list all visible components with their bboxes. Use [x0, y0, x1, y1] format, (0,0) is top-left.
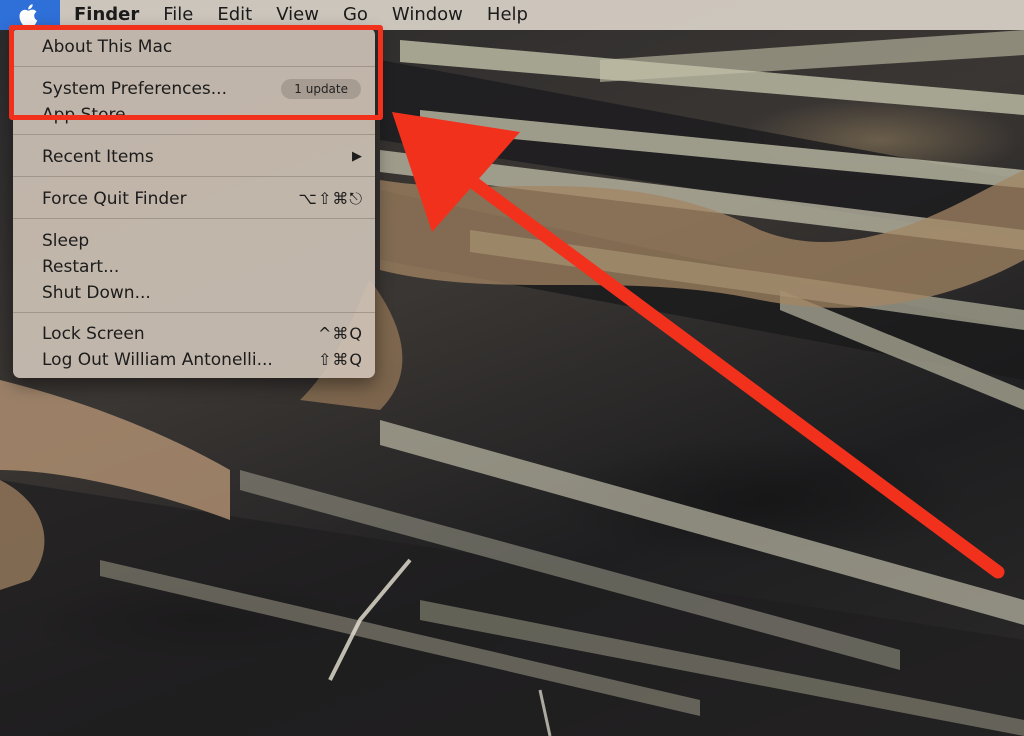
- menu-help[interactable]: Help: [475, 0, 540, 30]
- menu-separator: [13, 312, 375, 313]
- menu-separator: [13, 176, 375, 177]
- apple-dropdown-menu: About This Mac System Preferences... 1 u…: [13, 28, 375, 378]
- menu-item-label: Lock Screen: [42, 324, 145, 344]
- menu-item-app-store[interactable]: App Store...: [13, 102, 375, 128]
- menu-item-force-quit[interactable]: Force Quit Finder ⌥⇧⌘⎋: [13, 186, 375, 212]
- menu-item-recent-items[interactable]: Recent Items ▶: [13, 144, 375, 170]
- menu-item-log-out[interactable]: Log Out William Antonelli... ⇧⌘Q: [13, 347, 375, 373]
- menu-item-label: Recent Items: [42, 147, 154, 167]
- menu-separator: [13, 218, 375, 219]
- menu-view[interactable]: View: [264, 0, 331, 30]
- menu-item-label: System Preferences...: [42, 79, 227, 99]
- apple-logo-icon: [19, 4, 38, 27]
- menu-edit[interactable]: Edit: [205, 0, 264, 30]
- submenu-arrow-icon: ▶: [352, 149, 363, 164]
- update-badge: 1 update: [281, 79, 361, 99]
- menu-item-label: Shut Down...: [42, 283, 151, 303]
- shortcut-label: ⌥⇧⌘⎋: [298, 189, 363, 208]
- menu-item-lock-screen[interactable]: Lock Screen ^⌘Q: [13, 321, 375, 347]
- menu-item-shut-down[interactable]: Shut Down...: [13, 280, 375, 306]
- menu-finder[interactable]: Finder: [60, 0, 151, 30]
- menu-item-sleep[interactable]: Sleep: [13, 228, 375, 254]
- menu-item-label: Log Out William Antonelli...: [42, 350, 273, 370]
- menu-bar: Finder File Edit View Go Window Help: [0, 0, 1024, 30]
- menu-go[interactable]: Go: [331, 0, 380, 30]
- menu-separator: [13, 134, 375, 135]
- menu-window[interactable]: Window: [380, 0, 475, 30]
- apple-menu-button[interactable]: [0, 0, 60, 30]
- menu-separator: [13, 66, 375, 67]
- shortcut-label: ⇧⌘Q: [318, 350, 363, 369]
- menu-item-label: Sleep: [42, 231, 90, 251]
- menu-file[interactable]: File: [151, 0, 205, 30]
- menu-item-label: App Store...: [42, 105, 142, 125]
- menu-item-label: Force Quit Finder: [42, 189, 187, 209]
- menu-item-label: Restart...: [42, 257, 120, 277]
- menu-item-restart[interactable]: Restart...: [13, 254, 375, 280]
- menu-item-system-preferences[interactable]: System Preferences... 1 update: [13, 76, 375, 102]
- menu-item-about-this-mac[interactable]: About This Mac: [13, 34, 375, 60]
- menu-item-label: About This Mac: [42, 37, 173, 57]
- shortcut-label: ^⌘Q: [318, 324, 363, 343]
